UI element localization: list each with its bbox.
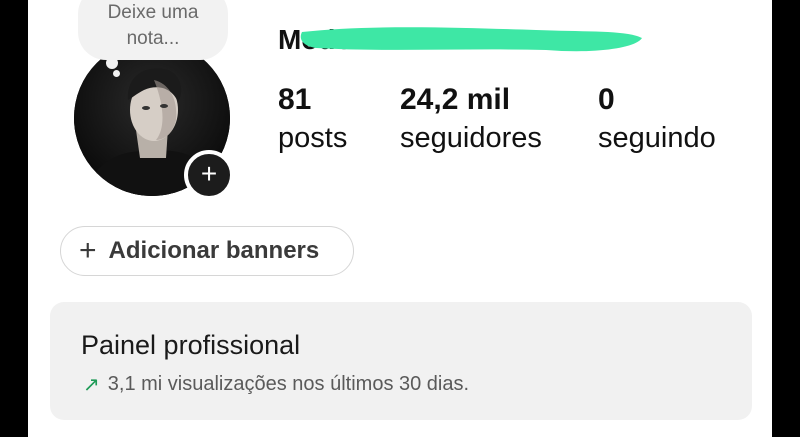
stat-posts[interactable]: 81 posts xyxy=(278,82,347,158)
stat-posts-label: posts xyxy=(278,122,348,154)
note-text-line1: Deixe uma xyxy=(107,2,199,23)
stat-followers-value: 24,2 mil xyxy=(400,83,511,116)
stat-following[interactable]: 0 seguindo xyxy=(598,82,716,158)
plus-icon: + xyxy=(79,234,97,267)
note-bubble-tail xyxy=(106,57,118,69)
note-bubble-tail-small xyxy=(113,70,120,77)
dashboard-title: Painel profissional xyxy=(81,330,301,360)
stat-posts-value: 81 xyxy=(278,83,312,116)
add-banners-button[interactable]: + Adicionar banners xyxy=(60,226,354,276)
note-bubble[interactable]: Deixe uma nota... xyxy=(78,0,228,60)
trending-up-arrow-icon: ↗ xyxy=(83,374,100,396)
dashboard-trend-text: 3,1 mi visualizações nos últimos 30 dias… xyxy=(107,373,470,395)
redaction-scribble xyxy=(300,27,642,52)
stat-followers-label: seguidores xyxy=(400,122,542,154)
add-banners-label: Adicionar banners xyxy=(108,237,320,264)
plus-circle-icon[interactable]: + xyxy=(184,150,234,200)
note-text-line2: nota... xyxy=(126,28,180,49)
stat-followers[interactable]: 24,2 mil seguidores xyxy=(400,82,542,158)
stat-following-value: 0 xyxy=(598,83,615,116)
dashboard-trend: ↗ 3,1 mi visualizações nos últimos 30 di… xyxy=(83,372,469,397)
professional-dashboard-card[interactable]: Painel profissional ↗ 3,1 mi visualizaçõ… xyxy=(50,302,752,420)
stat-following-label: seguindo xyxy=(598,122,716,154)
profile-screen: Deixe uma nota... + 81 posts 24,2 mil se… xyxy=(28,0,772,437)
